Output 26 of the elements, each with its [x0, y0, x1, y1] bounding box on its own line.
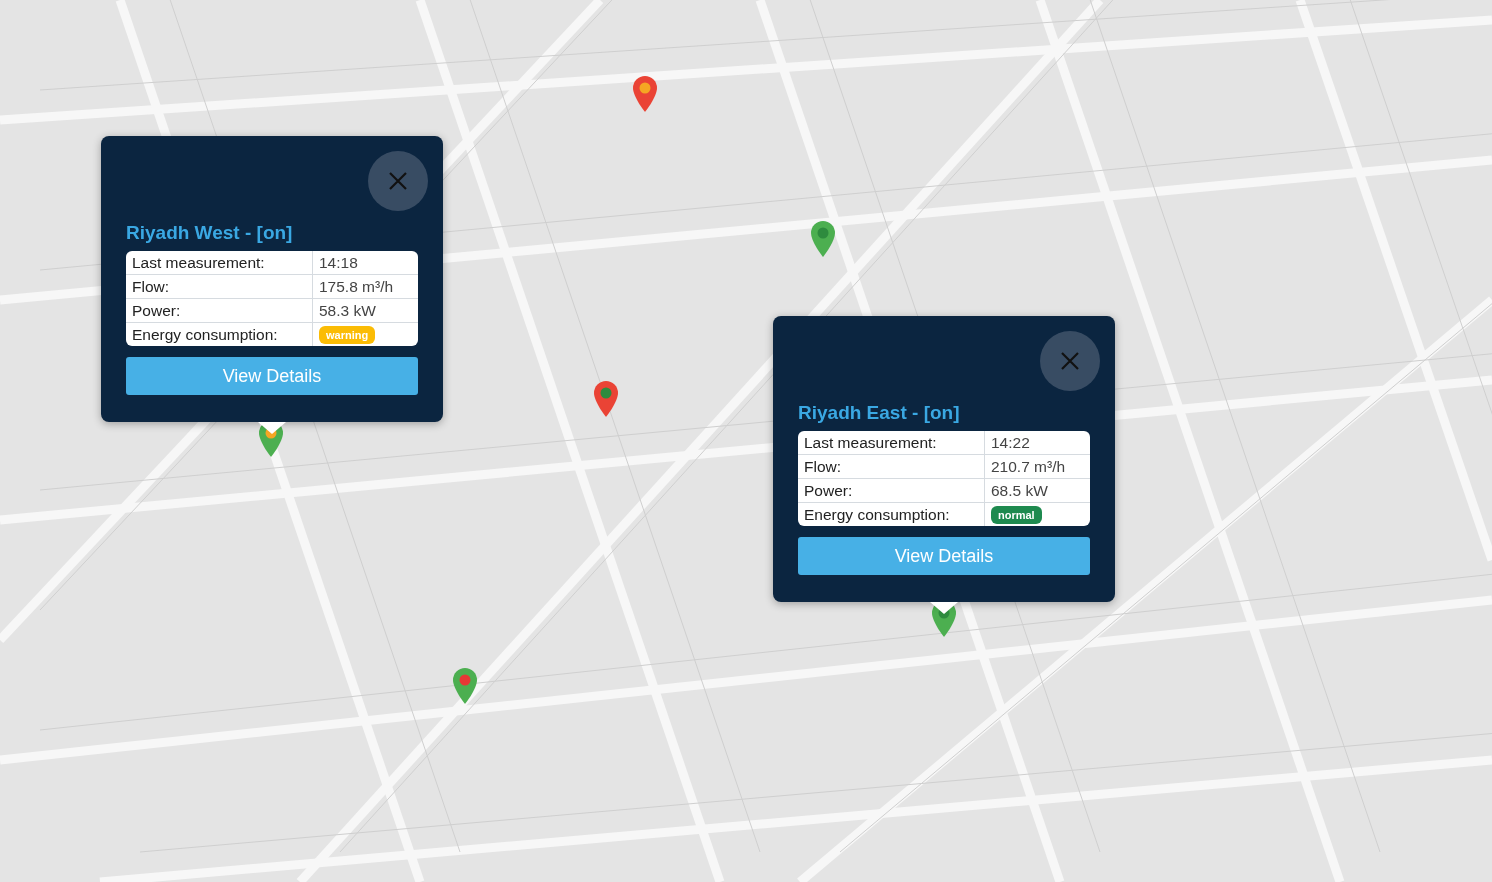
row-label: Last measurement: [126, 251, 313, 274]
row-label: Power: [798, 479, 985, 502]
row-value: 175.8 m³/h [318, 277, 395, 296]
row-label: Energy consumption: [798, 503, 985, 526]
row-value: 210.7 m³/h [990, 457, 1067, 476]
row-label: Flow: [126, 275, 313, 298]
close-button[interactable] [1040, 331, 1100, 391]
row-label: Flow: [798, 455, 985, 478]
row-label: Last measurement: [798, 431, 985, 454]
close-icon [1060, 351, 1080, 371]
station-title: Riyadh East - [on] [798, 402, 961, 424]
popup-pointer [258, 422, 286, 434]
view-details-button[interactable]: View Details [126, 357, 418, 395]
popup-pointer [930, 602, 958, 614]
row-value: 14:22 [990, 433, 1031, 452]
close-button[interactable] [368, 151, 428, 211]
status-badge: normal [991, 506, 1042, 524]
row-value: 14:18 [318, 253, 359, 272]
view-details-button[interactable]: View Details [798, 537, 1090, 575]
close-icon [388, 171, 408, 191]
row-label: Power: [126, 299, 313, 322]
status-badge: warning [319, 326, 376, 344]
station-title: Riyadh West - [on] [126, 222, 294, 244]
row-value: 68.5 kW [990, 481, 1049, 500]
row-label: Energy consumption: [126, 323, 313, 346]
row-value: 58.3 kW [318, 301, 377, 320]
